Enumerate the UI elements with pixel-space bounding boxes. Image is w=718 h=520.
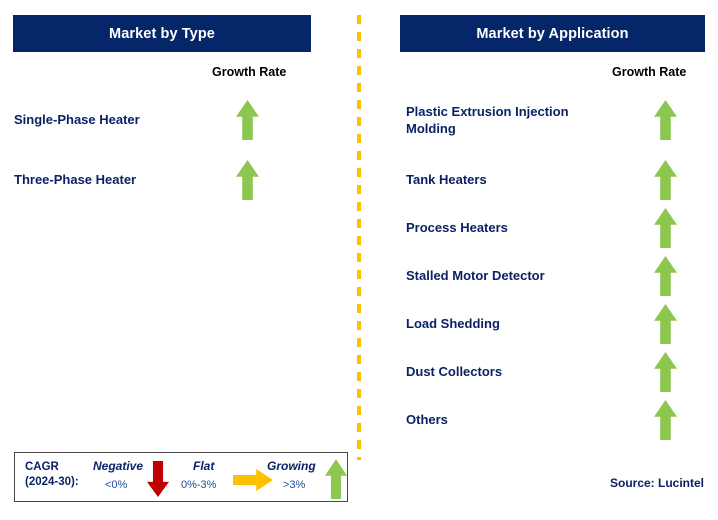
vertical-dashed-divider bbox=[357, 15, 361, 460]
legend-flat-range: 0%-3% bbox=[181, 479, 217, 491]
source-attribution: Source: Lucintel bbox=[609, 476, 704, 490]
legend-negative-title: Negative bbox=[93, 459, 144, 473]
row-label-three-phase-heater: Three-Phase Heater bbox=[14, 172, 137, 187]
arrow-down-icon bbox=[147, 461, 169, 497]
growth-indicator-single-phase-heater bbox=[236, 100, 259, 140]
growth-indicator-three-phase-heater bbox=[236, 160, 259, 200]
growth-indicator-tank-heaters bbox=[654, 160, 677, 200]
arrow-up-icon bbox=[654, 208, 677, 248]
arrow-up-icon bbox=[325, 459, 347, 499]
growth-indicator-stalled-motor-detector bbox=[654, 256, 677, 296]
legend-growing-range: >3% bbox=[283, 479, 306, 491]
row-label-single-phase-heater: Single-Phase Heater bbox=[14, 112, 140, 127]
row-label-stalled-motor-detector: Stalled Motor Detector bbox=[406, 268, 545, 283]
row-label-process-heaters: Process Heaters bbox=[406, 220, 508, 235]
growth-rate-label-application: Growth Rate bbox=[612, 65, 687, 79]
legend-cagr-label: CAGR (2024-30): bbox=[25, 461, 79, 488]
arrow-up-icon bbox=[654, 160, 677, 200]
growth-indicator-process-heaters bbox=[654, 208, 677, 248]
arrow-up-icon bbox=[654, 352, 677, 392]
legend-negative-range: <0% bbox=[105, 479, 128, 491]
row-label-plastic-extrusion-injection-molding: Plastic Extrusion Injection Molding bbox=[406, 104, 569, 136]
growth-indicator-plastic-extrusion-injection-molding bbox=[654, 100, 677, 140]
growth-rate-label-type: Growth Rate bbox=[212, 65, 287, 79]
legend-growing-title: Growing bbox=[267, 459, 316, 473]
arrow-up-icon bbox=[654, 100, 677, 140]
row-label-tank-heaters: Tank Heaters bbox=[406, 172, 487, 187]
row-label-others: Others bbox=[406, 412, 448, 427]
arrow-up-icon bbox=[236, 160, 259, 200]
cagr-legend: CAGR (2024-30): Negative <0% Flat 0%-3% … bbox=[14, 452, 348, 502]
growth-indicator-others bbox=[654, 400, 677, 440]
arrow-up-icon bbox=[654, 304, 677, 344]
panel-header-market-by-application: Market by Application bbox=[400, 15, 705, 52]
arrow-up-icon bbox=[654, 400, 677, 440]
growth-indicator-dust-collectors bbox=[654, 352, 677, 392]
infographic-page: Market by Type Growth Rate Single-Phase … bbox=[0, 0, 718, 520]
legend-flat-title: Flat bbox=[193, 459, 215, 473]
row-label-load-shedding: Load Shedding bbox=[406, 316, 500, 331]
arrow-up-icon bbox=[236, 100, 259, 140]
arrow-up-icon bbox=[654, 256, 677, 296]
growth-indicator-load-shedding bbox=[654, 304, 677, 344]
row-label-dust-collectors: Dust Collectors bbox=[406, 364, 503, 379]
panel-header-market-by-type: Market by Type bbox=[13, 15, 311, 52]
